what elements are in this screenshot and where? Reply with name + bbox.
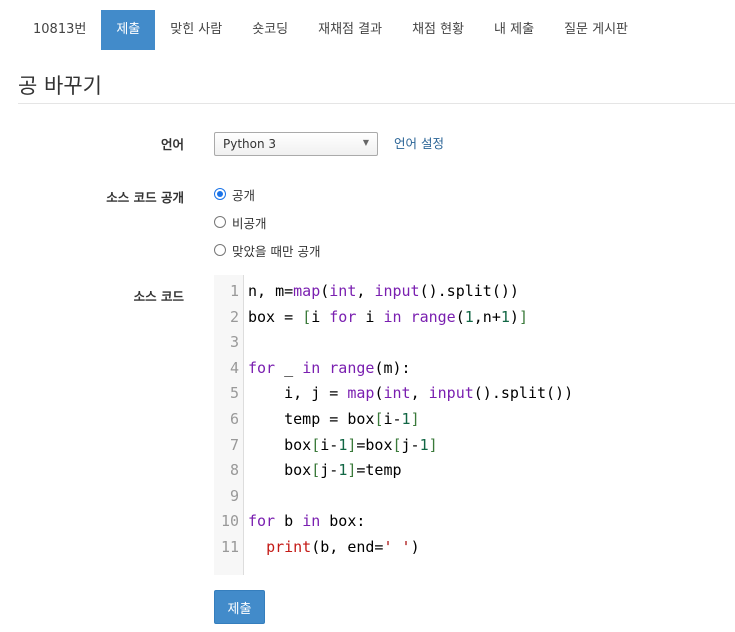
- radio-private[interactable]: [214, 216, 226, 228]
- language-select-value: Python 3: [223, 137, 277, 151]
- chevron-down-icon: ▼: [362, 138, 369, 147]
- visibility-option-accepted-only[interactable]: 맞았을 때만 공개: [214, 241, 320, 259]
- tab-my-submissions[interactable]: 내 제출: [479, 10, 549, 50]
- line-number: 2: [229, 307, 239, 326]
- language-label: 언어: [160, 137, 184, 152]
- tab-submit[interactable]: 제출: [101, 10, 156, 50]
- visibility-option-private[interactable]: 비공개: [214, 213, 267, 231]
- tab-judge-status[interactable]: 채점 현황: [397, 10, 479, 50]
- tab-rejudge-results[interactable]: 재채점 결과: [303, 10, 397, 50]
- code-line: n, m=map(int, input().split()): [248, 282, 519, 300]
- code-line: box = [i for i in range(1,n+1)]: [248, 307, 528, 326]
- line-number: 3: [229, 333, 239, 352]
- language-select[interactable]: Python 3 ▼: [214, 132, 378, 156]
- line-number: 8: [229, 461, 239, 480]
- page-title: 공 바꾸기: [18, 74, 102, 98]
- visibility-option-label: 공개: [232, 187, 256, 203]
- visibility-option-public[interactable]: 공개: [214, 185, 255, 203]
- tab-question-board[interactable]: 질문 게시판: [549, 10, 643, 50]
- line-number: 11: [220, 538, 239, 556]
- code-line: for b in box:: [248, 512, 366, 531]
- radio-accepted-only[interactable]: [214, 244, 226, 256]
- tab-problem-number[interactable]: 10813번: [18, 10, 101, 50]
- visibility-option-label: 비공개: [232, 215, 267, 231]
- code-editor[interactable]: 1 n, m=map(int, input().split()) 2 box = [i…: [214, 275, 735, 575]
- radio-public[interactable]: [214, 188, 226, 200]
- code-line: print(b, end=' '): [266, 538, 420, 556]
- source-code-label: 소스 코드: [133, 289, 184, 304]
- line-number: 9: [229, 486, 239, 505]
- line-number: 6: [229, 410, 239, 428]
- submit-button[interactable]: 제출: [214, 590, 265, 624]
- line-number: 1: [229, 282, 239, 300]
- line-number: 4: [229, 358, 239, 377]
- tab-short-coding[interactable]: 숏코딩: [237, 10, 303, 50]
- code-line: i, j = map(int, input().split()): [248, 384, 574, 403]
- problem-nav-tabs: 10813번 제출 맞힌 사람 숏코딩 재채점 결과 채점 현황 내 제출 질문…: [18, 10, 643, 50]
- line-number: 10: [220, 512, 239, 531]
- code-line: box[j-1]=temp: [248, 461, 402, 480]
- code-line: box[i-1]=box[j-1]: [248, 435, 438, 454]
- tab-accepted-users[interactable]: 맞힌 사람: [155, 10, 237, 50]
- visibility-label: 소스 코드 공개: [106, 190, 184, 205]
- line-number: 7: [229, 435, 239, 454]
- line-number: 5: [229, 384, 239, 403]
- code-line: temp = box[i-1]: [248, 410, 420, 428]
- code-line: for _ in range(m):: [248, 358, 411, 377]
- visibility-option-label: 맞았을 때만 공개: [232, 243, 321, 259]
- language-settings-link[interactable]: 언어 설정: [394, 133, 444, 152]
- title-divider: [18, 103, 735, 104]
